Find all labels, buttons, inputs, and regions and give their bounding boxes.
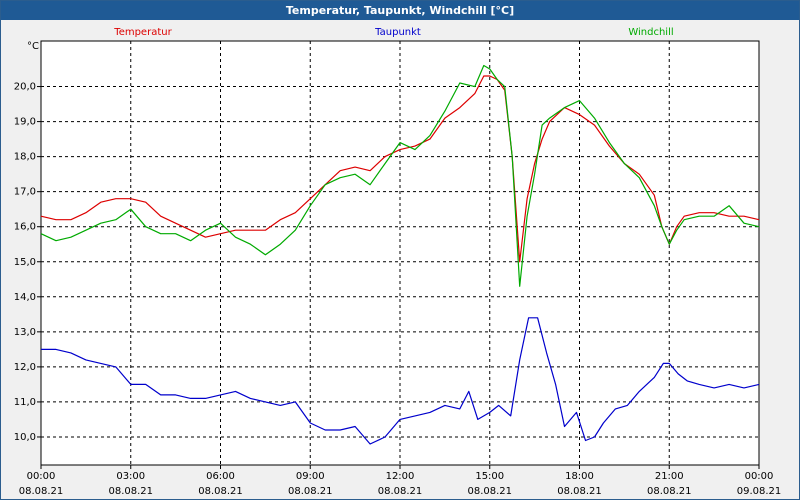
x-tick-label-time: 06:00 [206, 471, 235, 482]
x-tick-label-time: 09:00 [296, 471, 325, 482]
x-tick-label-time: 00:00 [27, 471, 56, 482]
y-tick-label: 18,0 [14, 152, 36, 163]
chart-window: Temperatur, Taupunkt, Windchill [°C] 10,… [0, 0, 800, 500]
y-tick-label: 10,0 [14, 432, 36, 443]
x-tick-label-date: 08.08.21 [647, 486, 692, 497]
y-tick-label: 20,0 [14, 82, 36, 93]
x-tick-label-time: 15:00 [475, 471, 504, 482]
x-tick-label-time: 12:00 [386, 471, 415, 482]
y-tick-label: 15,0 [14, 257, 36, 268]
legend-item-temperatur: Temperatur [113, 27, 172, 38]
x-tick-label-date: 08.08.21 [288, 486, 333, 497]
y-tick-label: 12,0 [14, 362, 36, 373]
y-tick-label: 11,0 [14, 397, 36, 408]
chart-canvas: 10,0 11,0 12,0 13,0 14,0 15,0 16,0 17,0 18,0 19,0… [14, 27, 782, 497]
y-tick-label: 17,0 [14, 187, 36, 198]
y-tick-label: 19,0 [14, 117, 36, 128]
x-tick-label-date: 08.08.21 [557, 486, 602, 497]
y-tick-label: 16,0 [14, 222, 36, 233]
x-tick-label-time: 18:00 [565, 471, 594, 482]
legend: Temperatur Taupunkt Windchill [113, 27, 673, 38]
x-tick-label-time: 00:00 [745, 471, 774, 482]
x-tick-label-date: 08.08.21 [108, 486, 153, 497]
x-tick-label-date: 09.08.21 [737, 486, 782, 497]
legend-item-taupunkt: Taupunkt [374, 27, 421, 38]
x-tick-label-date: 08.08.21 [467, 486, 512, 497]
x-tick-label-date: 08.08.21 [198, 486, 243, 497]
y-tick-label: 14,0 [14, 292, 36, 303]
x-tick-label-date: 08.08.21 [19, 486, 64, 497]
x-tick-label-time: 21:00 [655, 471, 684, 482]
y-tick-label: 13,0 [14, 327, 36, 338]
x-tick-label-time: 03:00 [116, 471, 145, 482]
legend-item-windchill: Windchill [628, 27, 673, 38]
y-axis-unit-label: °C [27, 41, 39, 52]
x-tick-label-date: 08.08.21 [378, 486, 423, 497]
